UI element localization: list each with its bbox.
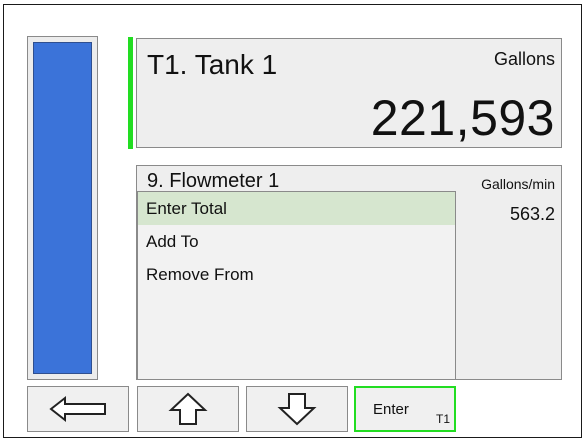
arrow-up-icon — [168, 392, 208, 425]
tank-name: T1. Tank 1 — [147, 49, 278, 80]
tank-unit: Gallons — [493, 49, 555, 69]
action-menu: Enter Total Add To Remove From — [137, 191, 456, 380]
flowmeter-name: 9. Flowmeter 1 — [147, 170, 280, 192]
menu-item-remove-from[interactable]: Remove From — [138, 258, 455, 291]
tank-level-fill — [33, 42, 92, 374]
down-button[interactable] — [246, 386, 348, 432]
arrow-down-icon — [277, 393, 317, 426]
tank-level-bar — [27, 36, 98, 380]
enter-label: Enter — [373, 401, 409, 418]
arrow-left-icon — [49, 395, 106, 423]
up-button[interactable] — [137, 386, 239, 432]
tank-value: 221,593 — [370, 90, 555, 146]
tank-panel[interactable]: T1. Tank 1 Gallons 221,593 — [136, 38, 562, 148]
menu-item-add-to[interactable]: Add To — [138, 225, 455, 258]
back-button[interactable] — [27, 386, 129, 432]
menu-item-enter-total[interactable]: Enter Total — [138, 192, 455, 225]
enter-button[interactable]: Enter T1 — [354, 386, 456, 432]
selection-indicator — [128, 37, 133, 149]
flowmeter-unit: Gallons/min — [481, 176, 555, 192]
flowmeter-value: 563.2 — [509, 204, 555, 224]
enter-target-label: T1 — [435, 412, 450, 426]
